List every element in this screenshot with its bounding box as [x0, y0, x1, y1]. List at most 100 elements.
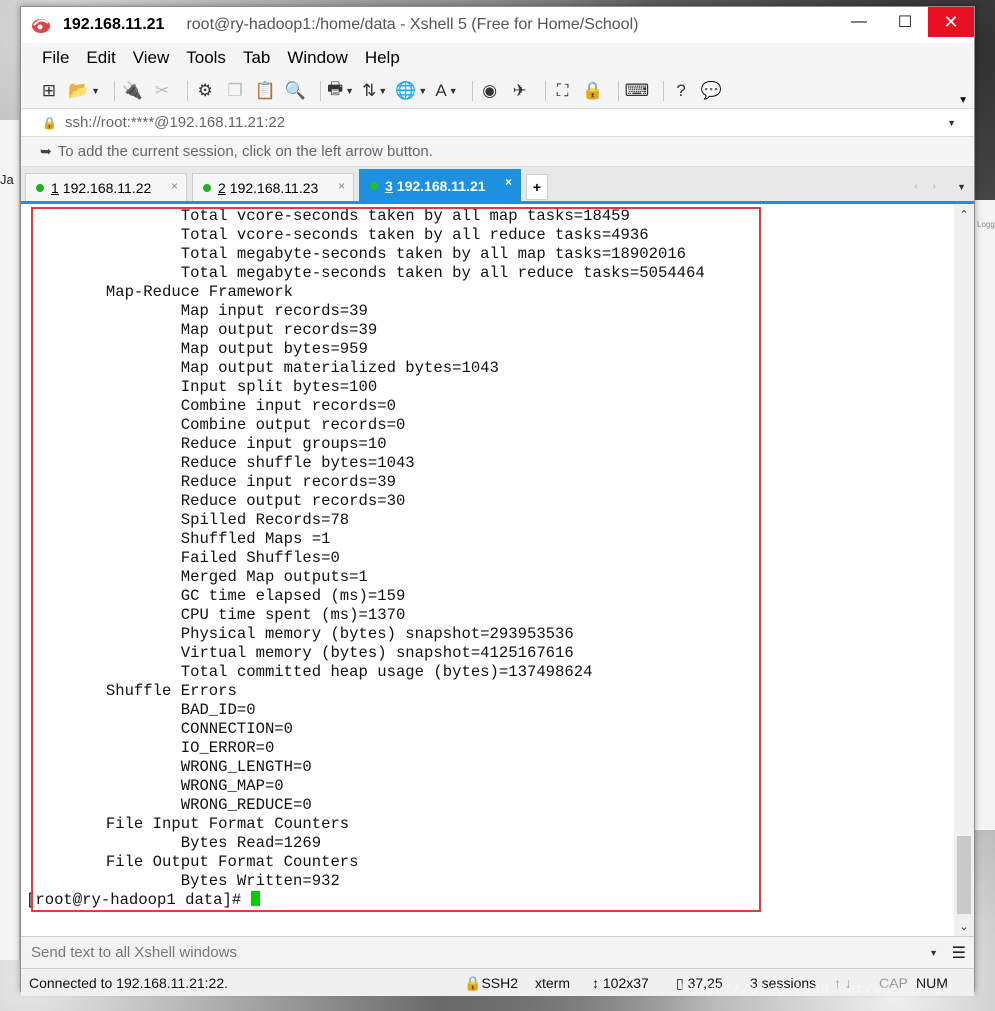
tab-number: 2: [218, 179, 226, 196]
prompt-text: [root@ry-hadoop1 data]#: [26, 891, 251, 909]
menu-edit[interactable]: Edit: [86, 48, 115, 68]
tab-close-icon[interactable]: ×: [338, 179, 345, 193]
print-icon[interactable]: 🖶 ▼: [327, 79, 354, 103]
tab-session-3[interactable]: 3 192.168.11.21 ×: [359, 169, 521, 201]
background-window-right: Logge: [975, 200, 995, 830]
terminal-line: BAD_ID=0: [31, 701, 256, 719]
tab-label: 192.168.11.23: [229, 179, 319, 196]
chat-icon[interactable]: 💬: [700, 79, 722, 103]
lock-icon[interactable]: 🔒: [582, 79, 604, 103]
terminal-line: Map-Reduce Framework: [31, 283, 294, 301]
terminal-line: Total megabyte-seconds taken by all map …: [31, 245, 687, 263]
xftp-icon[interactable]: ✈: [509, 79, 531, 103]
terminal-line: Map input records=39: [31, 302, 368, 320]
address-dropdown-icon[interactable]: ▼: [947, 118, 956, 128]
terminal-line: Physical memory (bytes) snapshot=2939535…: [31, 625, 574, 643]
terminal-area: Total vcore-seconds taken by all map tas…: [21, 204, 974, 936]
window-controls: — ☐ ✕: [836, 7, 974, 37]
terminal-cursor: [250, 891, 260, 906]
terminal-line: Bytes Read=1269: [31, 834, 322, 852]
address-input[interactable]: ssh://root:****@192.168.11.21:22: [65, 114, 285, 131]
terminal-line: Total megabyte-seconds taken by all redu…: [31, 264, 705, 282]
xshell-logo-icon: [32, 19, 50, 33]
disconnect-icon: ✂: [154, 80, 170, 100]
scroll-down-icon[interactable]: ⌄: [954, 916, 974, 936]
background-window-left: Ja: [0, 120, 20, 960]
tab-scroll-arrows-icon[interactable]: ‹ ›: [915, 181, 942, 192]
tab-session-1[interactable]: 1 192.168.11.22 ×: [25, 173, 187, 201]
toolbar-separator: [114, 80, 116, 101]
menu-file[interactable]: File: [42, 48, 69, 68]
protocol-label: SSH2: [481, 975, 519, 991]
title-bar[interactable]: 192.168.11.21 root@ry-hadoop1:/home/data…: [21, 7, 974, 43]
terminal-type: xterm: [535, 975, 570, 991]
toolbar-separator: [544, 80, 546, 101]
tab-session-2[interactable]: 2 192.168.11.23 ×: [192, 173, 354, 201]
toolbar-separator: [187, 80, 189, 101]
tab-bar: 1 192.168.11.22 × 2 192.168.11.23 × 3 19…: [21, 167, 974, 201]
send-target-dropdown-icon[interactable]: ▼: [929, 948, 938, 958]
help-icon[interactable]: ?: [670, 79, 692, 103]
terminal-line: Virtual memory (bytes) snapshot=41251676…: [31, 644, 574, 662]
terminal-line: CPU time spent (ms)=1370: [31, 606, 406, 624]
connected-status-icon: [36, 183, 44, 192]
menu-view[interactable]: View: [133, 48, 170, 68]
terminal-line: Map output records=39: [31, 321, 378, 339]
toolbar-separator: [471, 80, 473, 101]
close-button[interactable]: ✕: [928, 7, 974, 37]
tab-close-icon[interactable]: ×: [505, 175, 512, 189]
hamburger-menu-icon[interactable]: ☰: [952, 943, 966, 963]
session-properties-icon[interactable]: ⚙: [194, 79, 216, 103]
connected-status-icon: [203, 183, 211, 192]
terminal-line: Input split bytes=100: [31, 378, 378, 396]
connect-icon[interactable]: 🔌: [121, 79, 143, 103]
terminal-output[interactable]: Total vcore-seconds taken by all map tas…: [21, 204, 954, 936]
new-tab-button[interactable]: +: [526, 174, 548, 200]
terminal-line: Map output bytes=959: [31, 340, 368, 358]
scrollbar-thumb[interactable]: [957, 836, 971, 914]
tab-label: 192.168.11.22: [62, 179, 152, 196]
tab-close-icon[interactable]: ×: [171, 179, 178, 193]
terminal-line: Reduce input records=39: [31, 473, 396, 491]
background-window-text: Ja: [0, 172, 14, 187]
send-text-bar[interactable]: Send text to all Xshell windows ▼ ☰: [21, 936, 974, 968]
globe-icon[interactable]: 🌐 ▼: [395, 79, 427, 103]
scroll-up-icon[interactable]: ⌃: [954, 204, 974, 224]
transfer-icon[interactable]: ⇅ ▼: [362, 79, 387, 103]
menu-tools[interactable]: Tools: [186, 48, 226, 68]
toolbar-overflow-icon[interactable]: ▼: [958, 95, 968, 106]
vertical-scrollbar[interactable]: ⌃ ⌄: [954, 204, 974, 936]
fullscreen-icon[interactable]: ⛶: [552, 79, 574, 103]
minimize-button[interactable]: —: [836, 7, 882, 37]
terminal-line: Total vcore-seconds taken by all reduce …: [31, 226, 649, 244]
new-session-icon[interactable]: ⊞: [38, 79, 60, 103]
session-hint-bar: ➥ To add the current session, click on t…: [21, 137, 974, 167]
terminal-line: GC time elapsed (ms)=159: [31, 587, 406, 605]
terminal-size: ↕ 102x37: [592, 975, 649, 991]
terminal-line: Merged Map outputs=1: [31, 568, 368, 586]
address-bar[interactable]: 🔒 ssh://root:****@192.168.11.21:22 ▼: [21, 109, 974, 137]
menu-window[interactable]: Window: [287, 48, 347, 68]
toolbar-separator: [617, 80, 619, 101]
background-window-text-right: Logge: [977, 220, 995, 229]
terminal-line: Failed Shuffles=0: [31, 549, 340, 567]
title-host: 192.168.11.21: [63, 16, 165, 33]
menu-tab[interactable]: Tab: [243, 48, 270, 68]
keyboard-icon[interactable]: ⌨: [625, 79, 650, 103]
open-folder-icon[interactable]: 📂 ▼: [68, 79, 100, 103]
add-session-arrow-icon[interactable]: ➥: [40, 143, 52, 160]
maximize-button[interactable]: ☐: [882, 7, 928, 37]
copy-icon: ❐: [227, 80, 243, 100]
terminal-line: WRONG_MAP=0: [31, 777, 284, 795]
send-text-input[interactable]: Send text to all Xshell windows: [31, 944, 237, 961]
font-icon[interactable]: A ▼: [435, 79, 457, 103]
terminal-line: Shuffled Maps =1: [31, 530, 331, 548]
find-icon[interactable]: 🔍: [284, 79, 306, 103]
window-title: root@ry-hadoop1:/home/data - Xshell 5 (F…: [186, 16, 639, 33]
paste-icon: 📋: [254, 80, 276, 100]
shell-prompt[interactable]: [root@ry-hadoop1 data]#: [26, 891, 260, 910]
xshell-icon[interactable]: ◉: [479, 79, 501, 103]
xshell-window: 192.168.11.21 root@ry-hadoop1:/home/data…: [20, 6, 975, 996]
menu-help[interactable]: Help: [365, 48, 400, 68]
tab-list-dropdown-icon[interactable]: ▼: [957, 182, 966, 192]
